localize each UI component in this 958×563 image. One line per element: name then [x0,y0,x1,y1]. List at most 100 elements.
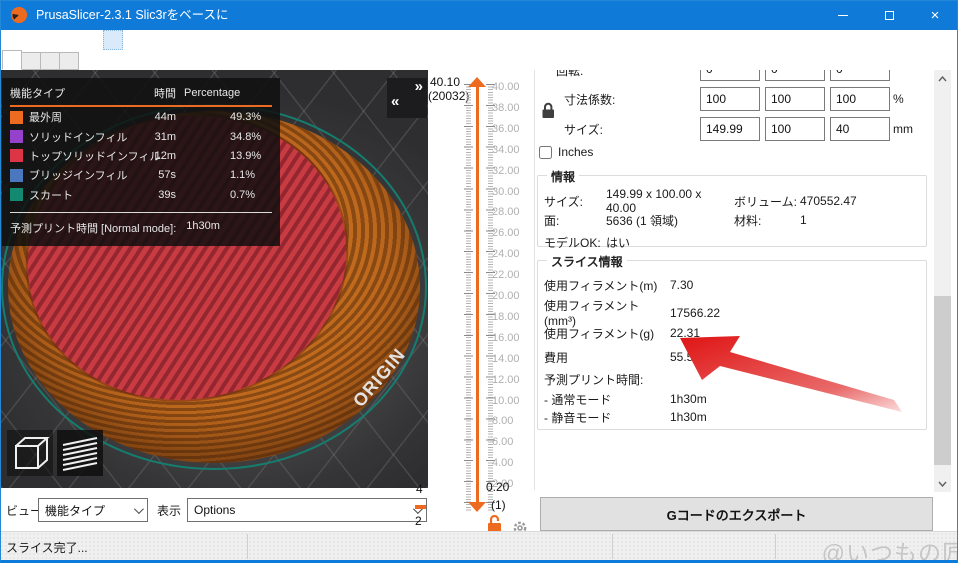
size-y-input[interactable] [765,117,825,141]
inches-label: Inches [558,145,593,159]
layer-tick-label: 6.00 [492,436,534,448]
scrollbar-thumb[interactable] [934,296,951,465]
view-mode-value: 機能タイプ [45,502,105,519]
menu-bar [0,30,958,50]
scroll-down-icon[interactable] [934,475,951,492]
3d-editor-view-button[interactable] [7,430,53,476]
menu-item[interactable] [3,30,23,50]
tab[interactable] [59,52,79,70]
rotation-y-input[interactable] [765,70,825,81]
layer-slider-panel: 40.10 (20032) 40.0038.0036.0034.0032.003… [428,70,536,531]
legend-time: 31m [146,131,176,143]
scale-y-input[interactable] [765,87,825,111]
legend-percent: 49.3% [230,111,272,123]
window-title: PrusaSlicer-2.3.1 Slic3rをベースに [36,0,228,30]
menu-item[interactable] [83,30,103,50]
layer-slider-track[interactable] [476,86,479,508]
info-label: サイズ: [544,193,606,210]
show-options-value: Options [194,503,235,517]
slice-info-label: 使用フィラメント(g) [544,325,670,342]
legend-header-time: 時間 [146,85,176,101]
menu-item[interactable] [63,30,83,50]
preview-view-button[interactable] [57,430,103,476]
slider-bottom-height: 0.20 [486,480,509,494]
inches-checkbox[interactable] [539,146,552,159]
view-label: ビュー [6,502,42,519]
layer-tick-label: 12.00 [492,374,534,386]
slice-info-value: 1h30m [670,410,920,424]
layer-tick-label: 16.00 [492,332,534,344]
slice-info-label: 使用フィラメント (mm³) [544,297,670,328]
legend-divider [10,105,272,107]
slice-info-value: 1h30m [670,392,920,406]
tab[interactable] [21,52,41,70]
legend-label: ブリッジインフィル [29,167,146,183]
legend-row: スカート 39s 0.7% [10,186,272,204]
menu-item[interactable] [23,30,43,50]
info-label2: ボリューム: [734,193,800,210]
scale-unit: % [893,92,904,106]
status-bar: スライス完了... @いつもの匠 [0,531,958,560]
minimize-button[interactable] [820,0,866,30]
legend-color-swatch [10,169,23,182]
rotation-z-input[interactable] [830,70,890,81]
chevron-down-icon [134,504,144,514]
layer-tick-label: 20.00 [492,290,534,302]
slice-info-label: 予測プリント時間: [544,371,670,388]
slider-upper-thumb[interactable] [468,77,486,87]
legend-separator [10,212,272,213]
3d-viewport[interactable]: ORIGIN 機能タイプ 時間 Percentage 最外周 44m 49.3%… [1,70,428,488]
panel-splitter[interactable] [534,70,535,490]
show-label: 表示 [157,502,181,519]
tab[interactable] [2,50,22,70]
panel-scrollbar[interactable] [934,70,951,492]
info-group-title: 情報 [547,168,579,185]
slider-lower-thumb[interactable] [468,502,486,512]
menu-item[interactable] [103,30,123,50]
legend-header: 機能タイプ 時間 Percentage [10,85,272,101]
maximize-button[interactable] [866,0,912,30]
tab[interactable] [40,52,60,70]
view-controls-bar: ビュー 機能タイプ 表示 Options [0,488,428,531]
clipped-slider-text-top: 4 [416,482,423,496]
legend-color-swatch [10,130,23,143]
menu-item[interactable] [43,30,63,50]
size-x-input[interactable] [700,117,760,141]
scale-label: 寸法係数: [564,91,615,108]
slice-info-row: 使用フィラメント(g) 22.31 [538,321,926,345]
legend-color-swatch [10,111,23,124]
layer-tick-label: 26.00 [492,227,534,239]
info-value: はい [606,234,734,251]
legend-percent: 1.1% [230,169,272,181]
slice-info-row: 費用 55.51 [538,345,926,369]
minimize-icon [838,15,848,16]
info-value: 5636 (1 領域) [606,212,734,229]
slice-info-group-title: スライス情報 [547,253,627,270]
legend-label: スカート [29,187,146,203]
info-row: モデルOK: はい [538,231,926,253]
slice-info-label: - 通常モード [544,391,670,408]
layer-tick-label: 8.00 [492,415,534,427]
collapse-sidebar-button[interactable]: » « [387,78,427,118]
size-z-input[interactable] [830,117,890,141]
show-options-dropdown[interactable]: Options [187,498,427,522]
export-gcode-button[interactable]: Gコードのエクスポート [540,497,933,531]
layer-tick-label: 34.00 [492,144,534,156]
legend-header-percent: Percentage [184,87,272,99]
scroll-up-icon[interactable] [934,70,951,87]
object-settings-panel: 回転: 寸法係数: % サイズ: mm Inches 情報 サイズ: 149.9… [536,70,934,531]
layer-tick-label: 18.00 [492,311,534,323]
scale-x-input[interactable] [700,87,760,111]
view-mode-dropdown[interactable]: 機能タイプ [38,498,148,522]
close-button[interactable]: × [912,0,958,30]
legend-row: ソリッドインフィル 31m 34.8% [10,127,272,145]
inches-checkbox-row: Inches [539,145,593,159]
legend-row: ブリッジインフィル 57s 1.1% [10,166,272,184]
title-bar: PrusaSlicer-2.3.1 Slic3rをベースに × [0,0,958,30]
slice-info-value: 22.31 [670,326,920,340]
legend-time: 57s [146,169,176,181]
lock-icon[interactable] [541,101,556,122]
rotation-x-input[interactable] [700,70,760,81]
scale-z-input[interactable] [830,87,890,111]
legend-label: ソリッドインフィル [29,129,146,145]
